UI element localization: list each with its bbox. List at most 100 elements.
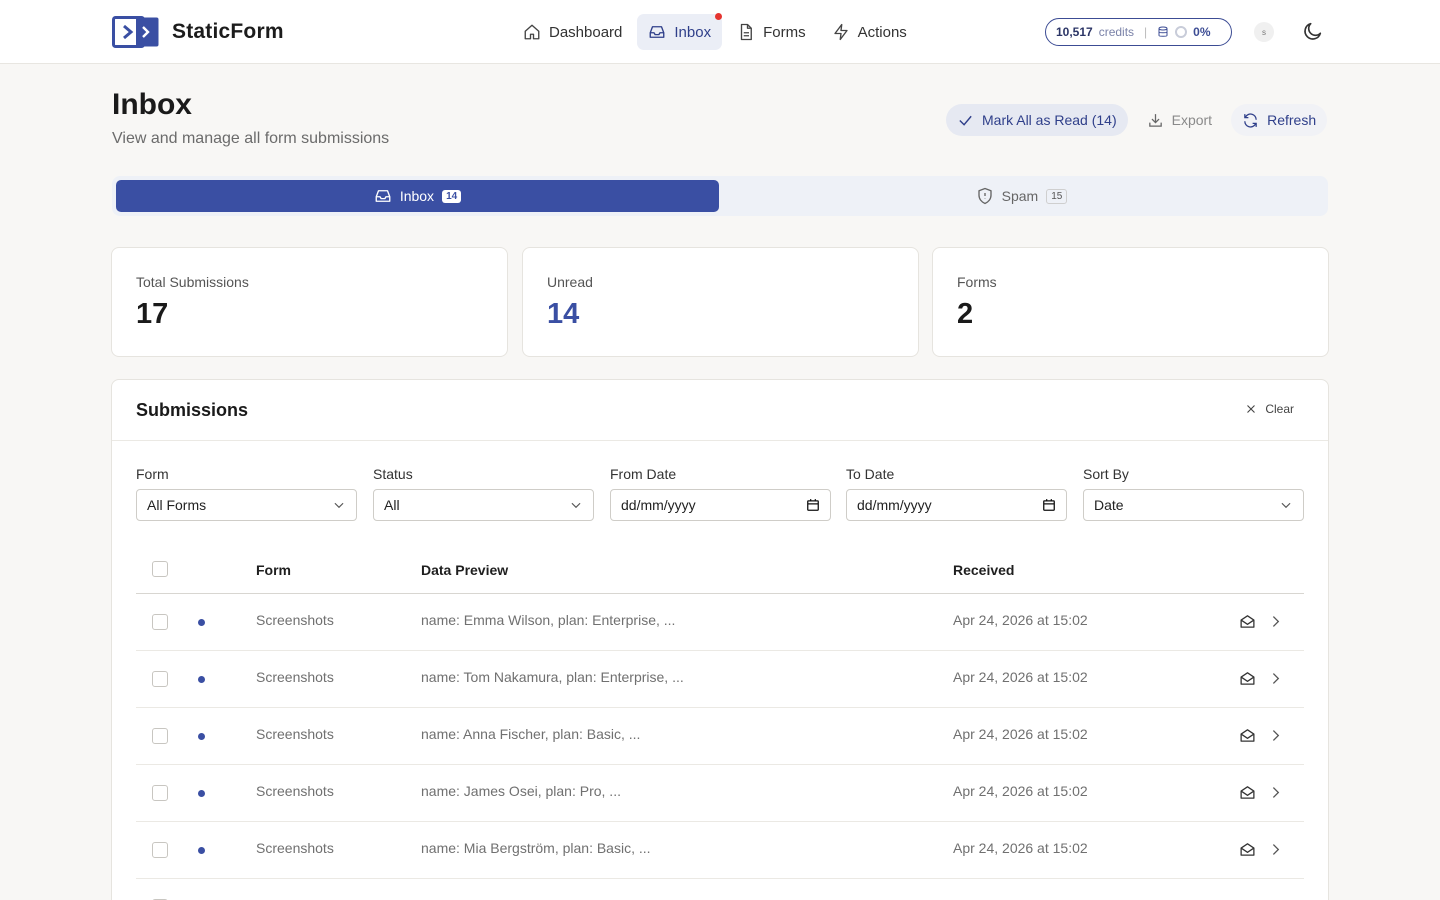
chevron-right-icon[interactable] xyxy=(1267,613,1284,630)
tab-spam[interactable]: Spam 15 xyxy=(719,180,1324,212)
row-checkbox[interactable] xyxy=(152,671,168,687)
home-icon xyxy=(524,24,540,40)
table-header: Form Data Preview Received xyxy=(136,548,1304,594)
unread-dot xyxy=(198,733,205,740)
mark-read-envelope-icon[interactable] xyxy=(1239,727,1256,744)
row-preview: name: Mia Bergström, plan: Basic, ... xyxy=(421,840,651,856)
from-date-value: dd/mm/yyyy xyxy=(621,497,696,513)
clear-filters-button[interactable]: Clear xyxy=(1245,402,1294,416)
row-checkbox[interactable] xyxy=(152,785,168,801)
nav-inbox-label: Inbox xyxy=(674,23,712,41)
nav-actions[interactable]: Actions xyxy=(821,14,918,50)
mark-read-envelope-icon[interactable] xyxy=(1239,670,1256,687)
staticform-logo-icon xyxy=(112,16,159,48)
to-date-input[interactable]: dd/mm/yyyy xyxy=(846,489,1067,521)
chevron-right-icon[interactable] xyxy=(1267,670,1284,687)
inbox-icon xyxy=(375,190,391,202)
brand[interactable]: StaticForm xyxy=(112,16,284,48)
moon-icon[interactable] xyxy=(1302,20,1324,42)
row-preview: name: Tom Nakamura, plan: Enterprise, ..… xyxy=(421,669,684,685)
credits-badge[interactable]: 10,517 credits | 0% xyxy=(1045,18,1232,46)
table-row[interactable]: Screenshots name: Mia Bergström, plan: B… xyxy=(136,822,1304,879)
filter-to-date-label: To Date xyxy=(846,466,895,482)
tab-inbox-count: 14 xyxy=(442,189,462,203)
filter-form: Form All Forms xyxy=(136,466,357,521)
row-preview: name: Emma Wilson, plan: Enterprise, ... xyxy=(421,612,676,628)
clear-filters-label: Clear xyxy=(1265,402,1294,416)
status-select[interactable]: All xyxy=(373,489,594,521)
filter-from-date: From Date dd/mm/yyyy xyxy=(610,466,831,521)
close-icon xyxy=(1247,405,1256,413)
from-date-input[interactable]: dd/mm/yyyy xyxy=(610,489,831,521)
row-preview: name: James Osei, plan: Pro, ... xyxy=(421,783,621,799)
chevron-down-icon xyxy=(1281,502,1291,509)
unread-indicator-dot xyxy=(715,13,723,20)
filter-status-label: Status xyxy=(373,466,413,482)
unread-dot xyxy=(198,847,205,854)
row-received: Apr 24, 2026 at 15:02 xyxy=(953,783,1088,799)
export-button[interactable]: Export xyxy=(1136,104,1223,136)
row-checkbox[interactable] xyxy=(152,728,168,744)
row-form: Screenshots xyxy=(256,726,334,742)
stat-value: 14 xyxy=(547,298,580,330)
user-avatar[interactable]: s xyxy=(1254,22,1274,42)
table-row[interactable]: Screenshots name: James Osei, plan: Pro,… xyxy=(136,765,1304,822)
nav-forms[interactable]: Forms xyxy=(726,14,817,50)
row-received: Apr 24, 2026 at 15:02 xyxy=(953,726,1088,742)
select-all-checkbox[interactable] xyxy=(152,561,168,577)
to-date-value: dd/mm/yyyy xyxy=(857,497,932,513)
stat-label: Total Submissions xyxy=(136,274,249,290)
refresh-label: Refresh xyxy=(1267,112,1317,128)
column-data-preview: Data Preview xyxy=(421,562,509,578)
stat-label: Forms xyxy=(957,274,997,290)
row-checkbox[interactable] xyxy=(152,614,168,630)
nav-dashboard-label: Dashboard xyxy=(549,23,623,41)
nav-inbox[interactable]: Inbox xyxy=(637,13,723,50)
row-checkbox[interactable] xyxy=(152,842,168,858)
page-subtitle: View and manage all form submissions xyxy=(112,130,390,147)
file-icon xyxy=(740,23,753,41)
download-icon xyxy=(1148,113,1162,127)
shield-alert-icon xyxy=(977,187,992,205)
refresh-icon xyxy=(1244,112,1257,128)
mark-all-read-button[interactable]: Mark All as Read (14) xyxy=(946,104,1128,136)
table-row[interactable]: Screenshots name: Anna Fischer, plan: Ba… xyxy=(136,708,1304,765)
form-select[interactable]: All Forms xyxy=(136,489,357,521)
unread-dot xyxy=(198,790,205,797)
unread-dot xyxy=(198,676,205,683)
mark-all-read-label: Mark All as Read (14) xyxy=(982,112,1117,128)
row-received: Apr 24, 2026 at 15:02 xyxy=(953,612,1088,628)
sort-by-select[interactable]: Date xyxy=(1083,489,1304,521)
row-form: Screenshots xyxy=(256,840,334,856)
row-form: Screenshots xyxy=(256,669,334,685)
table-row[interactable] xyxy=(136,879,1304,900)
database-icon xyxy=(1158,26,1168,37)
calendar-icon[interactable] xyxy=(1042,498,1056,512)
refresh-button[interactable]: Refresh xyxy=(1231,104,1328,136)
mark-read-envelope-icon[interactable] xyxy=(1239,841,1256,858)
stat-value: 2 xyxy=(957,298,974,330)
table-row[interactable]: Screenshots name: Tom Nakamura, plan: En… xyxy=(136,651,1304,708)
column-received: Received xyxy=(953,562,1015,578)
mark-read-envelope-icon[interactable] xyxy=(1239,784,1256,801)
filter-from-date-label: From Date xyxy=(610,466,677,482)
status-select-value: All xyxy=(384,497,400,513)
tab-inbox[interactable]: Inbox 14 xyxy=(116,180,719,212)
table-row[interactable]: Screenshots name: Emma Wilson, plan: Ent… xyxy=(136,594,1304,651)
chevron-down-icon xyxy=(571,502,581,509)
inbox-tabs: Inbox 14 Spam 15 xyxy=(112,176,1328,216)
chevron-right-icon[interactable] xyxy=(1267,784,1284,801)
chevron-right-icon[interactable] xyxy=(1267,727,1284,744)
form-select-value: All Forms xyxy=(147,497,207,513)
calendar-icon[interactable] xyxy=(806,498,820,512)
stat-forms: Forms 2 xyxy=(932,247,1329,357)
nav-dashboard[interactable]: Dashboard xyxy=(512,14,633,50)
usage-ring-icon xyxy=(1175,26,1188,38)
top-bar: StaticForm Dashboard Inbox Forms Actions… xyxy=(0,0,1440,64)
mark-read-envelope-icon[interactable] xyxy=(1239,613,1256,630)
chevron-right-icon[interactable] xyxy=(1267,841,1284,858)
brand-name: StaticForm xyxy=(172,20,284,43)
row-form: Screenshots xyxy=(256,612,334,628)
sort-by-value: Date xyxy=(1094,497,1124,513)
submissions-panel: Submissions Clear Form All Forms Status … xyxy=(111,379,1329,900)
